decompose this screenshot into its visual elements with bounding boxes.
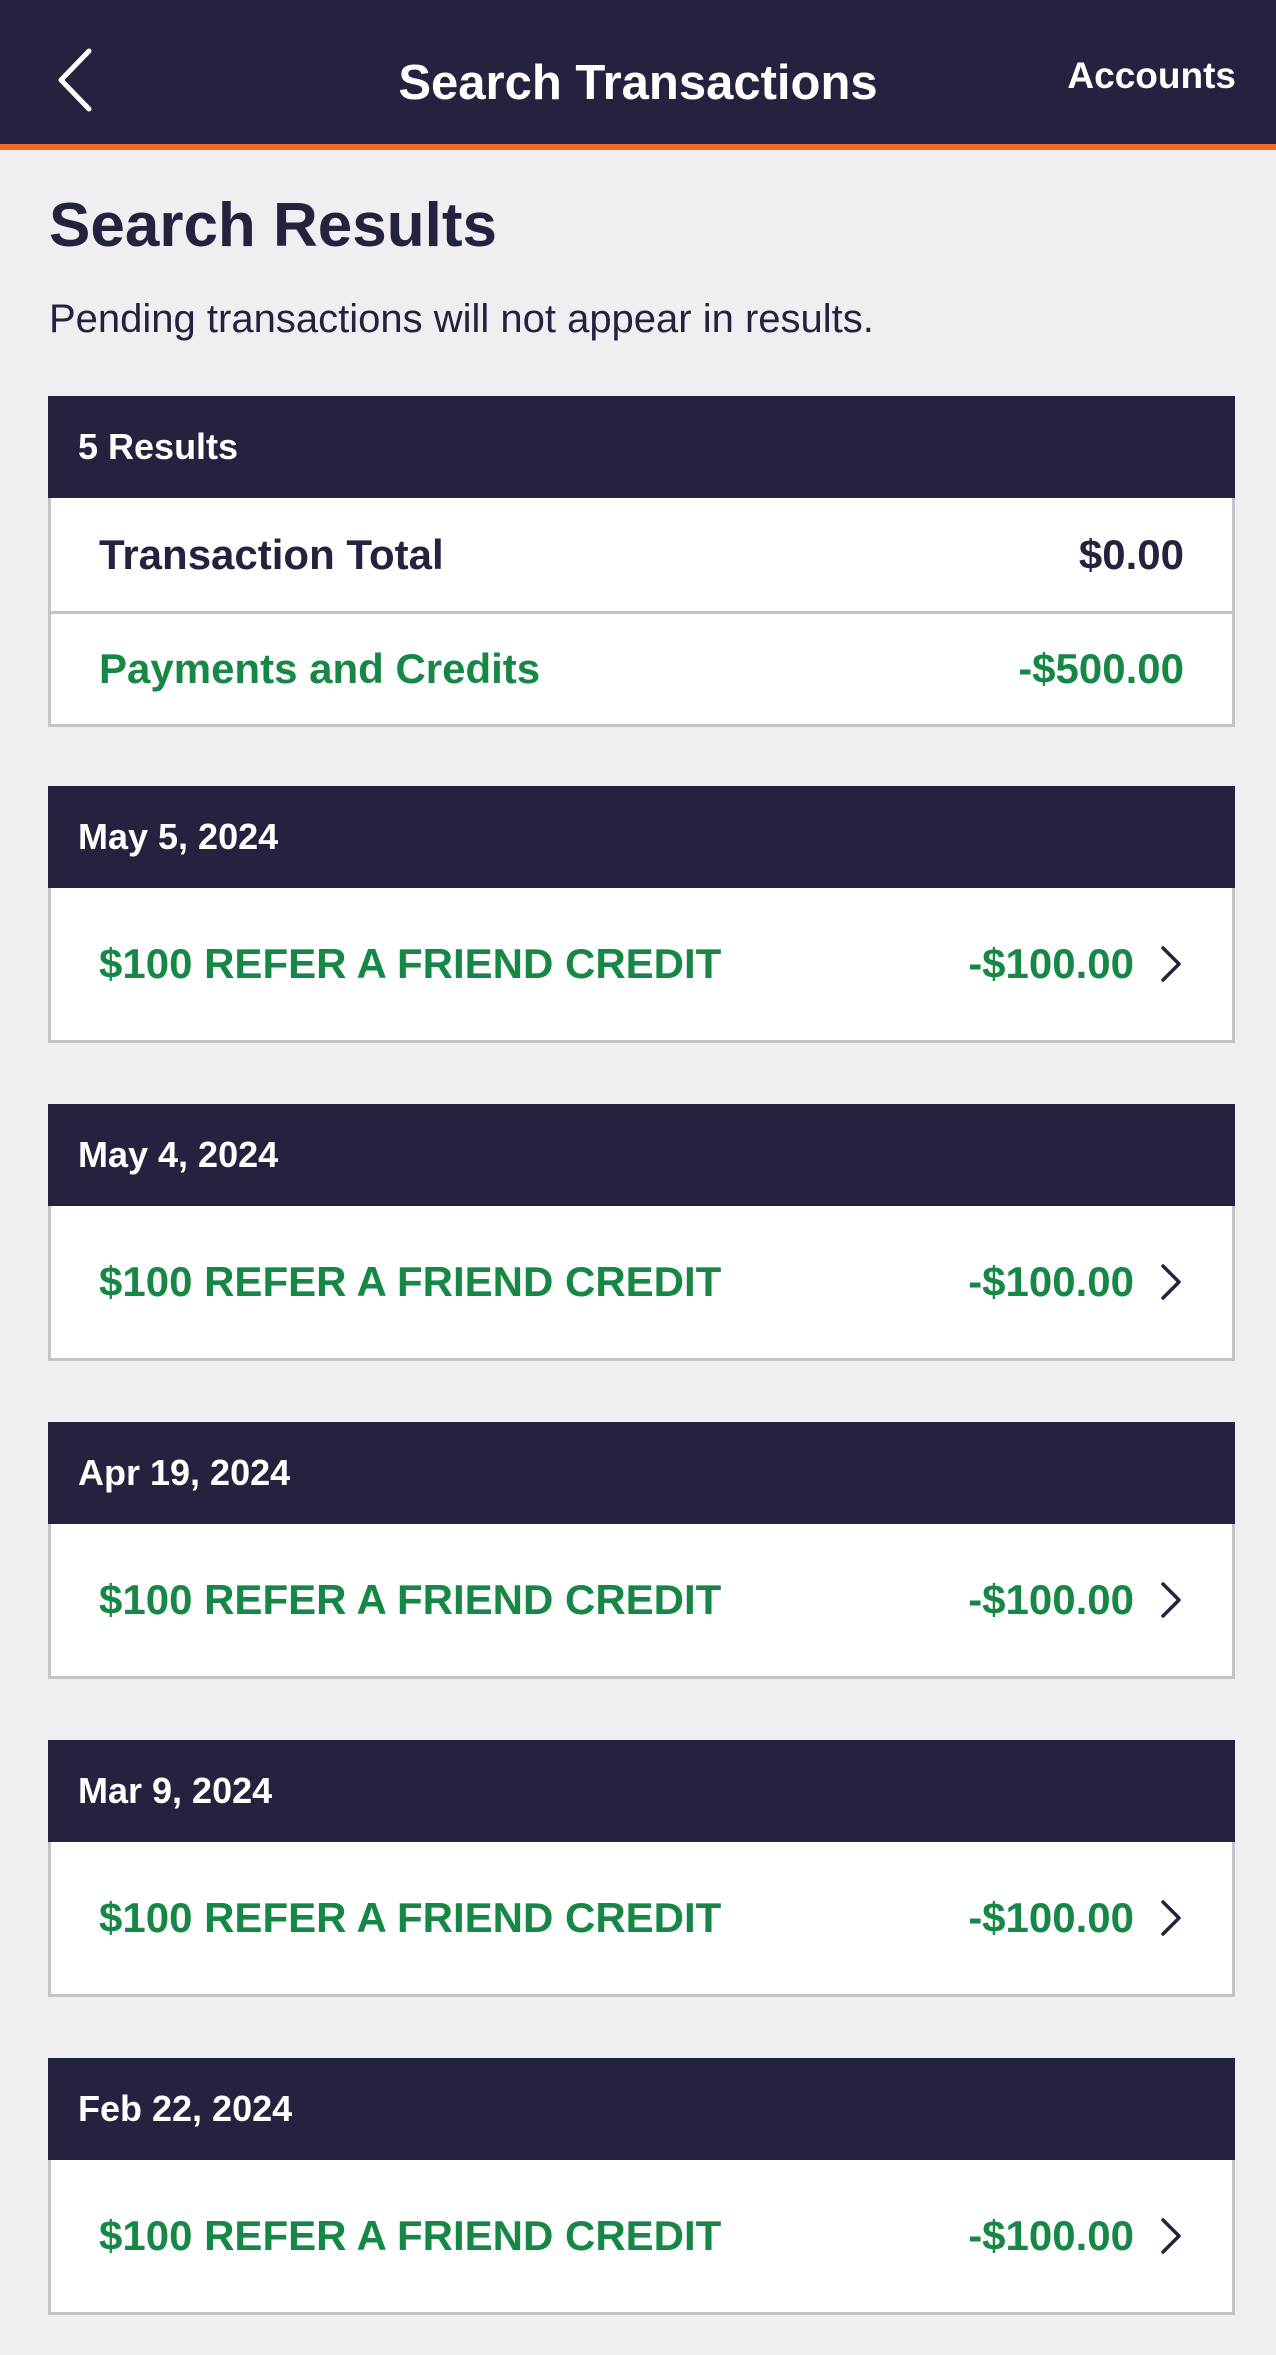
transaction-description: $100 REFER A FRIEND CREDIT xyxy=(99,940,722,987)
transaction-amount: -$100.00 xyxy=(968,2212,1134,2259)
transaction-card: May 4, 2024 $100 REFER A FRIEND CREDIT -$1… xyxy=(48,1104,1235,1361)
chevron-left-icon xyxy=(58,48,92,112)
payments-credits-label: Payments and Credits xyxy=(99,645,541,692)
transaction-amount: -$100.00 xyxy=(968,1258,1134,1305)
transaction-card: Mar 9, 2024 $100 REFER A FRIEND CREDIT -$1… xyxy=(48,1740,1235,1997)
transaction-row[interactable]: $100 REFER A FRIEND CREDIT -$100.00 xyxy=(51,1842,1232,1994)
transaction-description: $100 REFER A FRIEND CREDIT xyxy=(99,1258,722,1305)
transaction-description: $100 REFER A FRIEND CREDIT xyxy=(99,2212,722,2259)
transaction-row[interactable]: $100 REFER A FRIEND CREDIT -$100.00 xyxy=(51,888,1232,1040)
transaction-row[interactable]: $100 REFER A FRIEND CREDIT -$100.00 xyxy=(51,1524,1232,1676)
transaction-card: Apr 19, 2024 $100 REFER A FRIEND CREDIT -$… xyxy=(48,1422,1235,1679)
transaction-date-header: May 4, 2024 xyxy=(48,1104,1235,1206)
results-count-header: 5 Results xyxy=(48,396,1235,498)
payments-credits-value: -$500.00 xyxy=(1018,645,1184,692)
transaction-description: $100 REFER A FRIEND CREDIT xyxy=(99,1576,722,1623)
transaction-date-header: Mar 9, 2024 xyxy=(48,1740,1235,1842)
transaction-amount: -$100.00 xyxy=(968,1894,1134,1941)
transaction-row[interactable]: $100 REFER A FRIEND CREDIT -$100.00 xyxy=(51,2160,1232,2312)
top-nav-bar: Search Transactions Accounts xyxy=(0,0,1276,150)
transaction-total-label: Transaction Total xyxy=(99,530,444,578)
transaction-total-value: $0.00 xyxy=(1078,530,1184,578)
back-button[interactable] xyxy=(40,40,110,120)
results-summary-card: 5 Results Transaction Total $0.00 Paymen… xyxy=(48,396,1235,727)
transaction-card: Feb 22, 2024 $100 REFER A FRIEND CREDIT -$… xyxy=(48,2058,1235,2315)
chevron-right-icon xyxy=(1158,1262,1184,1302)
payments-credits-row: Payments and Credits -$500.00 xyxy=(51,611,1232,724)
transaction-amount: -$100.00 xyxy=(968,940,1134,987)
transaction-amount: -$100.00 xyxy=(968,1576,1134,1623)
transaction-total-row: Transaction Total $0.00 xyxy=(51,498,1232,611)
transaction-card: May 5, 2024 $100 REFER A FRIEND CREDIT -$1… xyxy=(48,786,1235,1043)
chevron-right-icon xyxy=(1158,2216,1184,2256)
chevron-right-icon xyxy=(1158,1898,1184,1938)
transaction-date-header: May 5, 2024 xyxy=(48,786,1235,888)
page-title: Search Results xyxy=(49,191,497,260)
transaction-date-header: Apr 19, 2024 xyxy=(48,1422,1235,1524)
transaction-row[interactable]: $100 REFER A FRIEND CREDIT -$100.00 xyxy=(51,1206,1232,1358)
transaction-date-header: Feb 22, 2024 xyxy=(48,2058,1235,2160)
accounts-link[interactable]: Accounts xyxy=(1067,55,1236,97)
chevron-right-icon xyxy=(1158,1580,1184,1620)
pending-notice: Pending transactions will not appear in … xyxy=(49,297,874,341)
transaction-description: $100 REFER A FRIEND CREDIT xyxy=(99,1894,722,1941)
chevron-right-icon xyxy=(1158,944,1184,984)
